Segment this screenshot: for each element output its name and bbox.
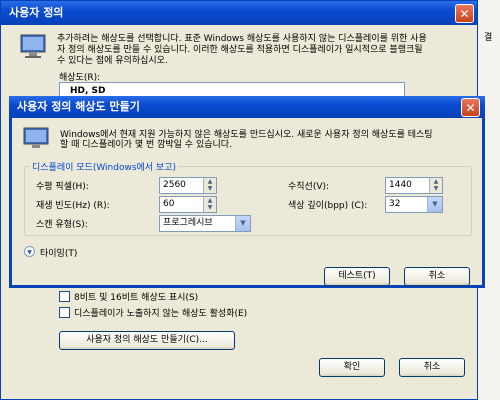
spin-down-icon[interactable]: ▼ bbox=[430, 185, 442, 192]
horizontal-pixels-value: 2560 bbox=[163, 180, 186, 190]
dialog-close-button[interactable]: ✕ bbox=[461, 98, 480, 117]
vertical-spin-buttons[interactable]: ▲ ▼ bbox=[429, 178, 442, 193]
cancel-button[interactable]: 취소 bbox=[399, 358, 465, 377]
timing-label[interactable]: 타이밍(T) bbox=[40, 246, 77, 259]
spin-up-icon[interactable]: ▲ bbox=[204, 197, 216, 204]
create-custom-resolution-button[interactable]: 사용자 정의 해상도 만들기(C)... bbox=[59, 331, 235, 350]
timing-expand-icon[interactable]: ▼ bbox=[24, 246, 35, 257]
dialog-title-bar[interactable]: 사용자 정의 해상도 만들기 bbox=[9, 96, 485, 118]
dialog-cancel-button[interactable]: 취소 bbox=[404, 267, 470, 286]
parent-close-button[interactable]: ✕ bbox=[455, 4, 474, 23]
vertical-lines-value: 1440 bbox=[389, 180, 412, 190]
show-low-bit-checkbox[interactable] bbox=[59, 291, 70, 302]
dialog-title: 사용자 정의 해상도 만들기 bbox=[17, 100, 140, 113]
refresh-rate-label: 재생 빈도(Hz) (R): bbox=[36, 201, 110, 211]
refresh-spin-buttons[interactable]: ▲ ▼ bbox=[203, 197, 216, 212]
right-edge-text: 결 bbox=[484, 33, 493, 43]
display-mode-group-label: 디스플레이 모드(Windows에서 보고) bbox=[30, 160, 178, 173]
test-button[interactable]: 테스트(T) bbox=[324, 267, 390, 286]
spin-up-icon[interactable]: ▲ bbox=[430, 178, 442, 185]
resolution-list-item[interactable]: HD, SD bbox=[70, 86, 106, 96]
dialog-desc-line2: 할 때 디스플레이가 몇 번 깜박일 수 있습니다. bbox=[60, 140, 232, 150]
spin-down-icon[interactable]: ▼ bbox=[204, 204, 216, 211]
horizontal-pixels-label: 수평 픽셀(H): bbox=[36, 182, 89, 192]
monitor-icon bbox=[19, 33, 47, 59]
color-depth-label: 색상 깊이(bpp) (C): bbox=[288, 201, 368, 211]
parent-desc-line3: 수 있다는 점에 유의하십시오. bbox=[57, 56, 168, 66]
enable-unexposed-label: 디스플레이가 노출하지 않는 해상도 활성화(E) bbox=[74, 309, 248, 319]
dialog-monitor-icon bbox=[22, 126, 50, 150]
parent-title: 사용자 정의 bbox=[9, 6, 64, 19]
vertical-lines-label: 수직선(V): bbox=[288, 182, 330, 192]
scan-type-label: 스캔 유형(S): bbox=[36, 220, 88, 230]
ok-button[interactable]: 확인 bbox=[319, 358, 385, 377]
horizontal-pixels-spinner[interactable]: 2560 ▲ ▼ bbox=[159, 177, 217, 194]
refresh-rate-spinner[interactable]: 60 ▲ ▼ bbox=[159, 196, 217, 213]
parent-title-bar[interactable]: 사용자 정의 bbox=[1, 1, 477, 25]
color-depth-select[interactable]: 32 ▼ bbox=[385, 196, 443, 213]
spin-down-icon[interactable]: ▼ bbox=[204, 185, 216, 192]
chevron-down-icon[interactable]: ▼ bbox=[235, 216, 250, 231]
horizontal-spin-buttons[interactable]: ▲ ▼ bbox=[203, 178, 216, 193]
scan-type-select[interactable]: 프로그레시브 ▼ bbox=[159, 215, 251, 232]
chevron-down-icon[interactable]: ▼ bbox=[427, 197, 442, 212]
enable-unexposed-checkbox[interactable] bbox=[59, 307, 70, 318]
show-low-bit-label: 8비트 및 16비트 해상도 표시(S) bbox=[74, 293, 199, 303]
spin-up-icon[interactable]: ▲ bbox=[204, 178, 216, 185]
scan-type-value: 프로그레시브 bbox=[163, 218, 213, 228]
refresh-rate-value: 60 bbox=[163, 199, 175, 209]
vertical-lines-spinner[interactable]: 1440 ▲ ▼ bbox=[385, 177, 443, 194]
color-depth-value: 32 bbox=[389, 199, 401, 209]
custom-resolution-dialog: 사용자 정의 해상도 만들기 ✕ Windows에서 현재 지원 가능하지 않은… bbox=[9, 96, 485, 288]
